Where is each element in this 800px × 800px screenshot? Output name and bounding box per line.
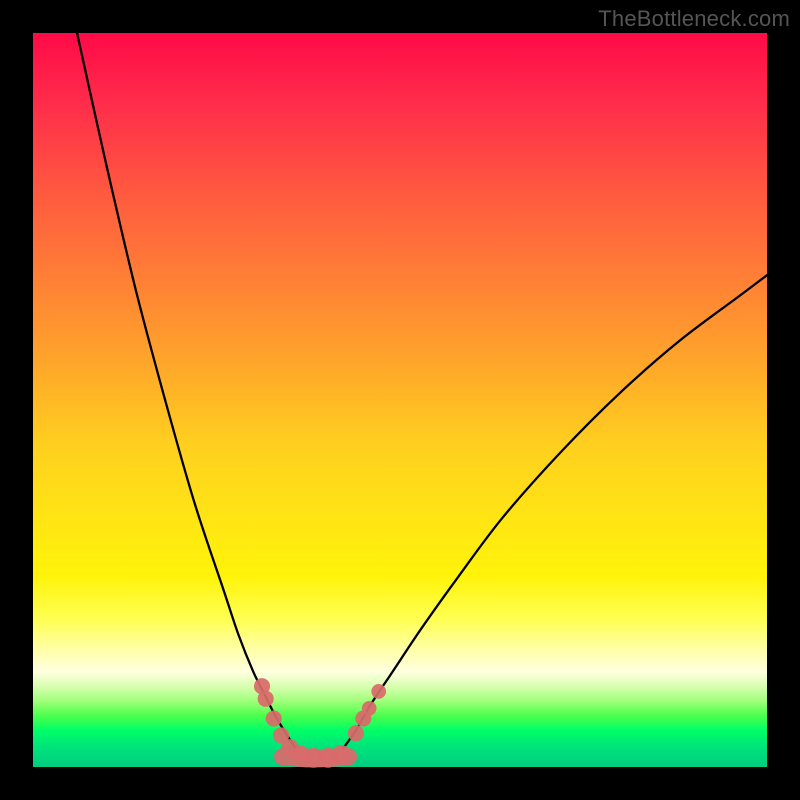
- marker-dot: [348, 725, 364, 741]
- plot-area: [33, 33, 767, 767]
- curve-right-curve: [341, 275, 767, 751]
- chart-overlay: [33, 33, 767, 767]
- watermark-text: TheBottleneck.com: [598, 6, 790, 32]
- marker-dot: [258, 691, 274, 707]
- marker-dot: [266, 710, 282, 726]
- marker-dot: [332, 745, 351, 764]
- marker-dots: [254, 678, 386, 768]
- curve-left-curve: [77, 33, 297, 751]
- marker-dot: [371, 684, 386, 699]
- marker-dot: [362, 701, 377, 716]
- chart-frame: TheBottleneck.com: [0, 0, 800, 800]
- curve-group: [77, 33, 767, 751]
